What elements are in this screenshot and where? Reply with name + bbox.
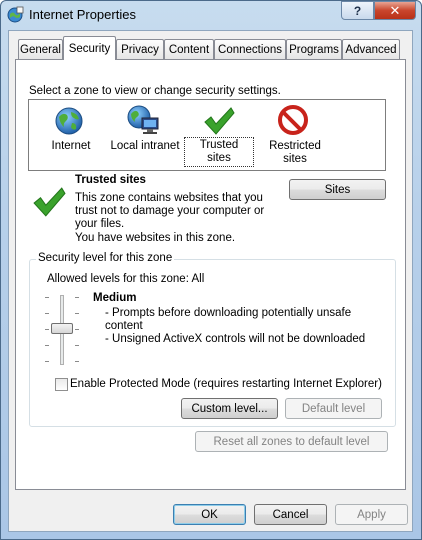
- slider-tick: [45, 361, 49, 362]
- slider-tick: [45, 297, 49, 298]
- title-bar[interactable]: Internet Properties ? ✕: [0, 0, 420, 30]
- tab-general[interactable]: General: [18, 39, 63, 59]
- slider-tick: [45, 329, 49, 330]
- allowed-levels-text: Allowed levels for this zone: All: [47, 273, 205, 285]
- slider-tick: [45, 345, 49, 346]
- reset-all-zones-button[interactable]: Reset all zones to default level: [195, 431, 388, 452]
- zone-prompt: Select a zone to view or change security…: [29, 85, 281, 97]
- tab-connections[interactable]: Connections: [214, 39, 286, 59]
- slider-tick: [45, 313, 49, 314]
- tab-security[interactable]: Security: [63, 36, 116, 60]
- zone-desc-line: This zone contains websites that you: [75, 192, 263, 204]
- sites-button[interactable]: Sites: [289, 179, 386, 200]
- tab-advanced[interactable]: Advanced: [342, 39, 400, 59]
- zone-label-trusted-sites: Trusted sites: [184, 137, 254, 167]
- cancel-button[interactable]: Cancel: [254, 504, 327, 525]
- security-level-bullet: content: [105, 320, 143, 332]
- custom-level-button[interactable]: Custom level...: [181, 398, 278, 419]
- zone-desc-line: trust not to damage your computer or: [75, 205, 265, 217]
- tab-programs[interactable]: Programs: [286, 39, 342, 59]
- restricted-icon: [278, 105, 308, 135]
- zone-list: Internet Local intranet Trusted sites Re…: [28, 99, 386, 171]
- zone-label-restricted-sites: Restricted sites: [269, 140, 321, 165]
- tab-content[interactable]: Content: [164, 39, 214, 59]
- slider-tick: [75, 297, 79, 298]
- apply-button[interactable]: Apply: [335, 504, 408, 525]
- globe-icon: [55, 107, 83, 135]
- help-button[interactable]: ?: [341, 1, 374, 20]
- security-level-slider-thumb[interactable]: [51, 323, 73, 334]
- protected-mode-label[interactable]: Enable Protected Mode (requires restarti…: [70, 378, 382, 390]
- security-level-name: Medium: [93, 292, 137, 304]
- zone-label-internet: Internet: [51, 140, 91, 152]
- checkmark-icon: [204, 107, 235, 135]
- slider-tick: [75, 329, 79, 330]
- slider-tick: [75, 345, 79, 346]
- zone-info-title: Trusted sites: [75, 174, 146, 186]
- security-level-bullet: - Prompts before downloading potentially…: [105, 307, 352, 319]
- slider-tick: [75, 313, 79, 314]
- slider-tick: [75, 361, 79, 362]
- ok-button[interactable]: OK: [173, 504, 246, 525]
- security-level-group-label: Security level for this zone: [36, 252, 175, 264]
- trusted-sites-large-checkmark-icon: [33, 187, 66, 217]
- zone-label-local-intranet: Local intranet: [110, 140, 180, 152]
- internet-options-icon: [7, 6, 24, 23]
- security-level-bullet: - Unsigned ActiveX controls will not be …: [105, 333, 366, 345]
- tab-privacy[interactable]: Privacy: [116, 39, 164, 59]
- close-button[interactable]: ✕: [374, 1, 416, 20]
- window-title: Internet Properties: [29, 7, 136, 22]
- protected-mode-checkbox[interactable]: [55, 378, 68, 391]
- zone-desc-line: You have websites in this zone.: [75, 232, 236, 244]
- default-level-button[interactable]: Default level: [285, 398, 382, 419]
- intranet-icon: [127, 105, 159, 134]
- zone-desc-line: your files.: [75, 218, 125, 230]
